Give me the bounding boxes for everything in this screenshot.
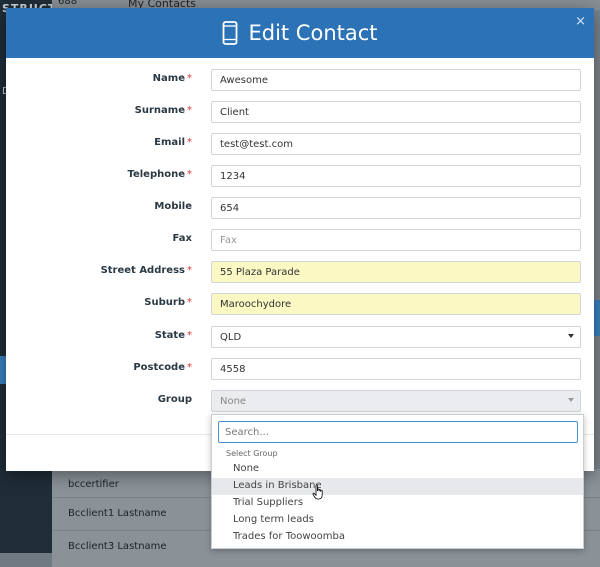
option-label: Long term leads — [233, 514, 314, 525]
group-option-trial-suppliers[interactable]: Trial Suppliers — [212, 495, 583, 512]
street-address-input[interactable] — [211, 261, 581, 283]
mobile-row: Mobile — [6, 197, 594, 221]
option-label: Trial Suppliers — [233, 497, 304, 508]
email-row: Email * — [6, 133, 594, 157]
postcode-input[interactable] — [211, 358, 581, 380]
suburb-label-text: Suburb — [144, 297, 185, 308]
mobile-phone-icon — [223, 21, 238, 45]
topbar-number: 688 — [58, 0, 78, 7]
caret-down-icon — [568, 398, 574, 402]
required-mark: * — [187, 265, 192, 276]
suburb-input[interactable] — [211, 293, 581, 315]
email-input[interactable] — [211, 133, 581, 155]
state-select[interactable]: QLD — [211, 326, 581, 348]
telephone-input[interactable] — [211, 165, 581, 187]
street-address-row: Street Address * — [6, 261, 594, 285]
hand-cursor-icon — [312, 484, 323, 500]
surname-label: Surname * — [135, 105, 192, 116]
street-address-label-text: Street Address — [100, 265, 185, 276]
email-label: Email * — [154, 137, 192, 148]
option-label: None — [233, 463, 260, 474]
close-icon[interactable]: × — [575, 14, 586, 29]
name-label: Name * — [153, 73, 192, 84]
required-mark: * — [187, 330, 192, 341]
email-label-text: Email — [154, 137, 185, 148]
state-label: State * — [155, 330, 192, 341]
group-option-long-term-leads[interactable]: Long term leads — [212, 512, 583, 529]
street-address-label: Street Address * — [101, 265, 192, 276]
group-row: Group None — [6, 390, 594, 414]
group-option-none[interactable]: None — [212, 461, 583, 478]
required-mark: * — [187, 362, 192, 373]
suburb-label: Suburb * — [144, 297, 192, 308]
group-option-trades-for-toowoomba[interactable]: Trades for Toowoomba — [212, 529, 583, 546]
mobile-label: Mobile — [154, 201, 192, 212]
state-row: State * QLD — [6, 326, 594, 350]
option-label: Trades for Toowoomba — [233, 531, 345, 542]
postcode-label-text: Postcode — [133, 362, 185, 373]
state-label-text: State — [154, 330, 185, 341]
row-name: bccertifier — [68, 479, 119, 490]
telephone-label-text: Telephone — [127, 169, 185, 180]
group-search-input[interactable] — [218, 421, 578, 443]
postcode-label: Postcode * — [133, 362, 192, 373]
surname-input[interactable] — [211, 101, 581, 123]
name-row: Name * — [6, 69, 594, 93]
group-option-leads-in-brisbane[interactable]: Leads in Brisbane — [212, 478, 583, 495]
caret-down-icon — [568, 334, 574, 338]
name-input[interactable] — [211, 69, 581, 91]
row-name: Bcclient1 Lastname — [68, 508, 167, 519]
dropdown-group-label: Select Group — [226, 449, 278, 458]
modal-title: Edit Contact — [248, 21, 378, 45]
postcode-row: Postcode * — [6, 358, 594, 382]
surname-row: Surname * — [6, 101, 594, 125]
required-mark: * — [187, 73, 192, 84]
required-mark: * — [187, 297, 192, 308]
required-mark: * — [187, 137, 192, 148]
telephone-row: Telephone * — [6, 165, 594, 189]
group-select[interactable]: None — [211, 390, 581, 412]
modal-header: Edit Contact × — [6, 8, 594, 58]
group-label: Group — [157, 394, 192, 405]
name-label-text: Name — [152, 73, 185, 84]
fax-label: Fax — [172, 233, 192, 244]
surname-label-text: Surname — [134, 105, 185, 116]
fax-row: Fax — [6, 229, 594, 253]
group-dropdown: Select Group None Leads in Brisbane Tria… — [211, 414, 584, 549]
edit-contact-modal: Edit Contact × Name* Surname* Email* Tel… — [6, 8, 594, 471]
telephone-label: Telephone * — [127, 169, 192, 180]
group-select-value: None — [220, 395, 247, 407]
row-name: Bcclient3 Lastname — [68, 541, 167, 552]
fax-input[interactable] — [211, 229, 581, 251]
option-label: Leads in Brisbane — [233, 480, 322, 491]
state-select-value: QLD — [220, 331, 242, 343]
required-mark: * — [187, 105, 192, 116]
mobile-input[interactable] — [211, 197, 581, 219]
required-mark: * — [187, 169, 192, 180]
suburb-row: Suburb * — [6, 293, 594, 317]
